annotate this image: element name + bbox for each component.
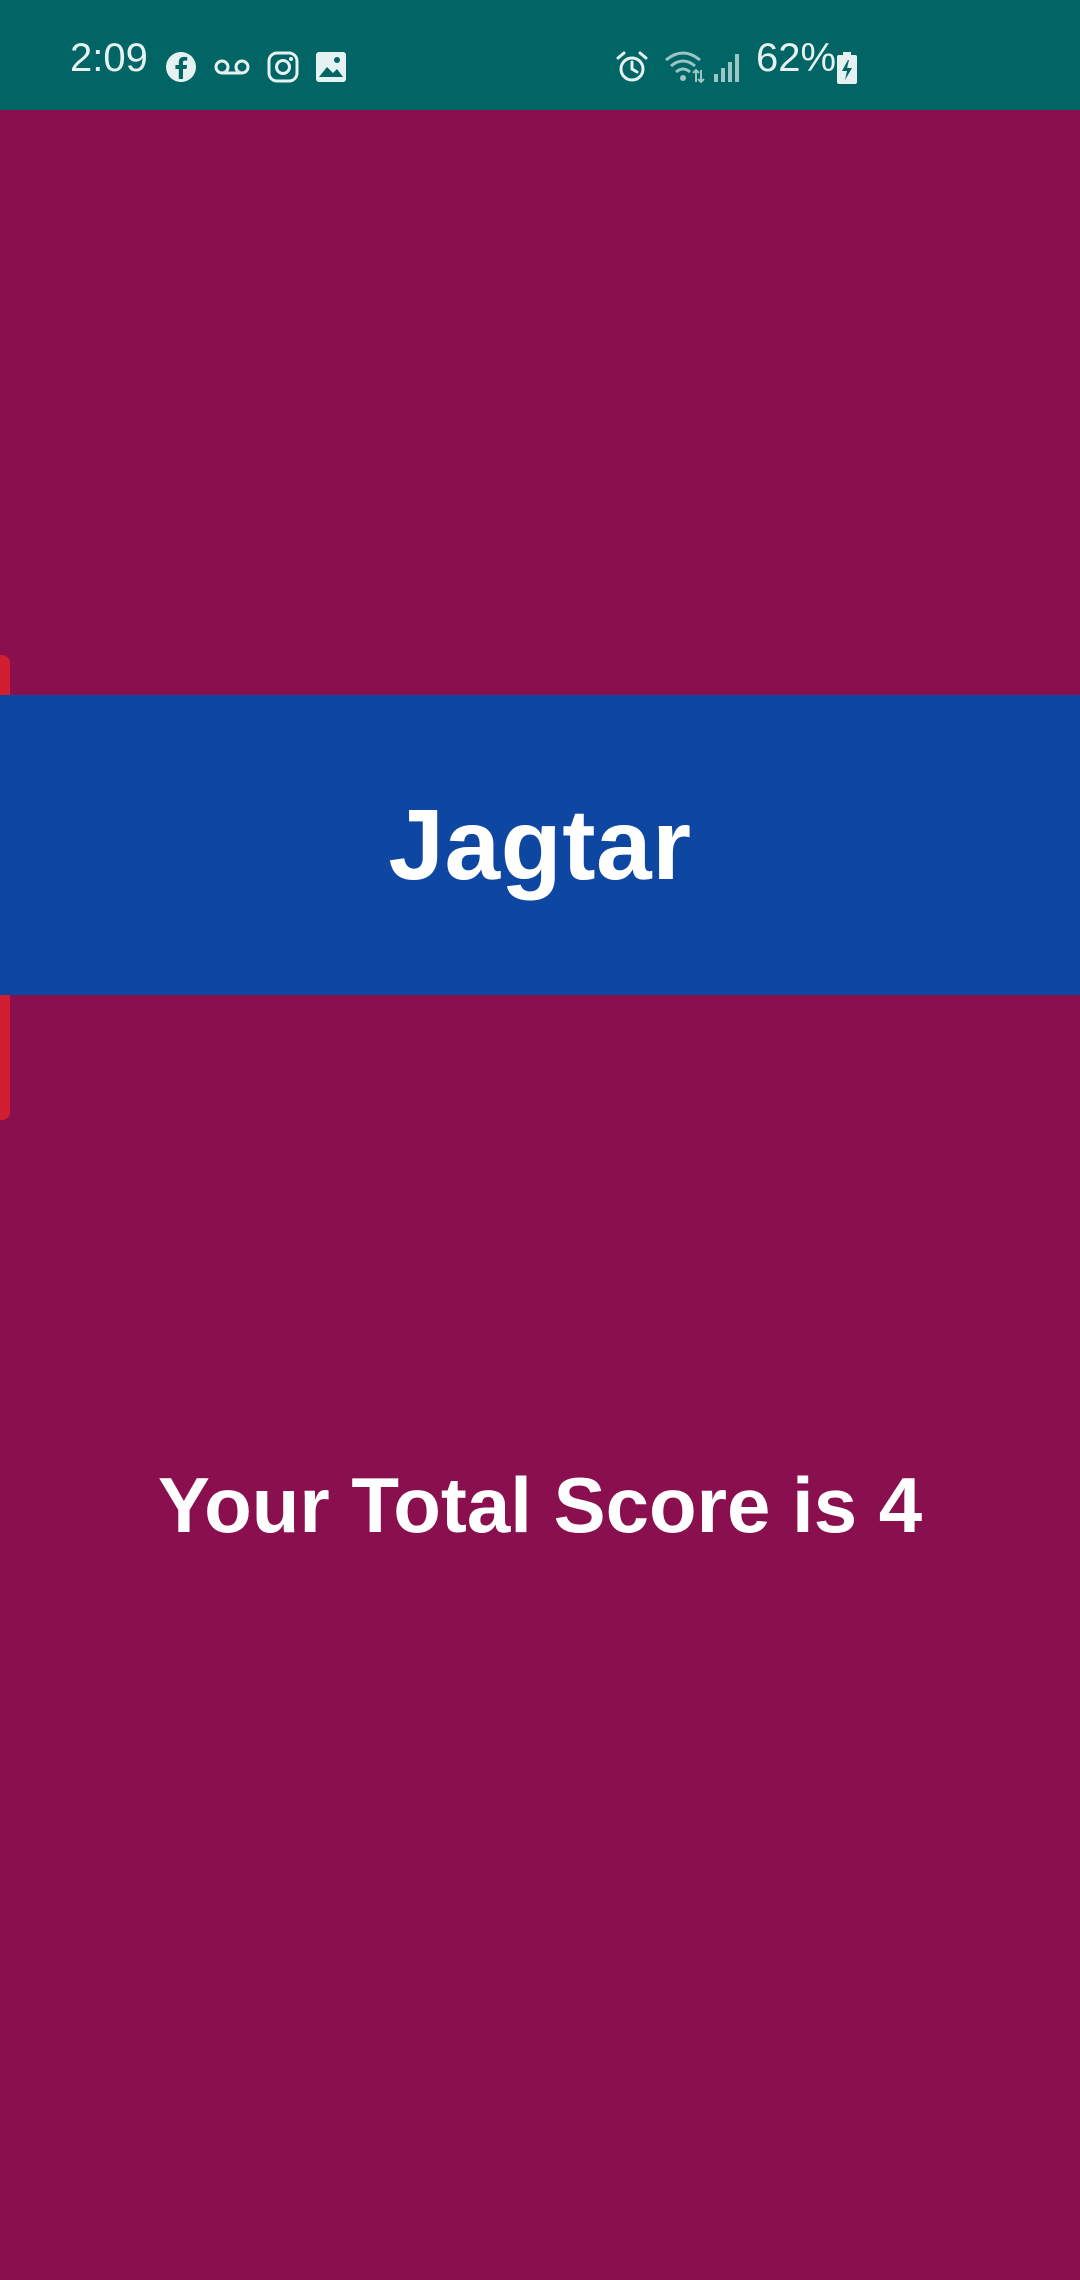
battery-percent: 62% <box>756 36 837 80</box>
voicemail-icon <box>212 50 252 84</box>
battery-charging-icon <box>836 52 858 84</box>
total-score-text: Your Total Score is 4 <box>157 1461 923 1549</box>
facebook-icon <box>164 50 198 84</box>
status-bar: 2:09 62% <box>0 0 1080 110</box>
status-time: 2:09 <box>70 36 148 80</box>
player-name-banner: Jagtar <box>0 695 1080 995</box>
gallery-icon <box>314 50 348 84</box>
instagram-icon <box>266 50 300 84</box>
wifi-icon <box>663 48 705 86</box>
signal-icon <box>712 50 744 84</box>
notification-icons <box>164 50 362 84</box>
player-name: Jagtar <box>388 789 692 901</box>
alarm-icon <box>615 50 649 84</box>
